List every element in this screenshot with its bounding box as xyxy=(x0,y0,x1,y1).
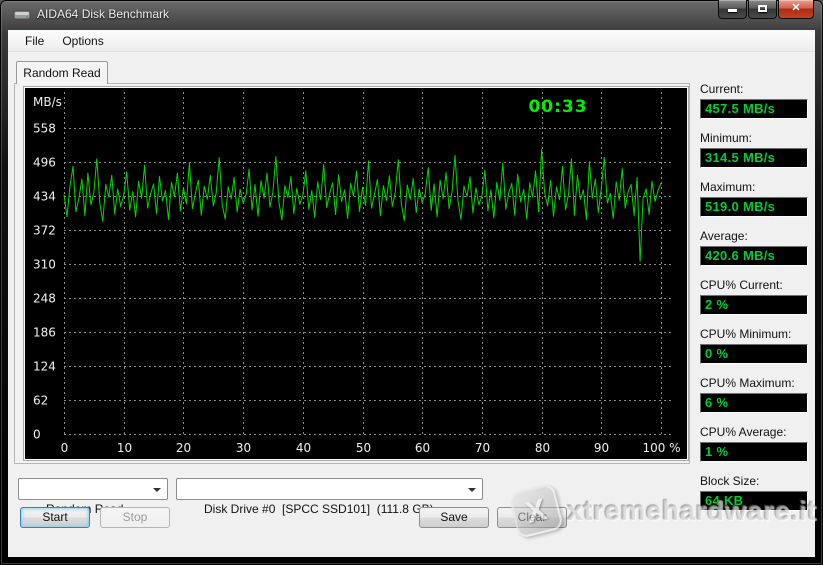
svg-text:0: 0 xyxy=(33,428,41,442)
close-button[interactable]: ✕ xyxy=(778,0,814,19)
benchmark-chart: 0 62 124 186 248 310 372 434 496 558 0 10 20 30 40 50 60… xyxy=(25,88,687,459)
svg-text:496: 496 xyxy=(33,156,56,170)
stat-label: CPU% Minimum: xyxy=(700,327,810,341)
window-title: AIDA64 Disk Benchmark xyxy=(37,7,169,21)
svg-text:90: 90 xyxy=(594,441,609,455)
close-icon: ✕ xyxy=(791,2,800,14)
stat-label: CPU% Maximum: xyxy=(700,376,810,390)
save-button[interactable]: Save xyxy=(419,507,489,528)
svg-text:100 %: 100 % xyxy=(642,441,680,455)
svg-text:40: 40 xyxy=(296,441,311,455)
stat-value: 314.5 MB/s xyxy=(700,148,808,168)
stat-label: Maximum: xyxy=(700,180,810,194)
minimize-button[interactable] xyxy=(718,0,747,19)
svg-text:372: 372 xyxy=(33,224,56,238)
minimize-icon xyxy=(728,9,737,12)
svg-text:124: 124 xyxy=(33,360,56,374)
maximize-icon xyxy=(758,5,767,12)
disk-icon xyxy=(13,8,31,21)
stop-button: Stop xyxy=(100,507,170,528)
stat-value: 6 % xyxy=(700,393,808,413)
svg-text:10: 10 xyxy=(117,441,132,455)
stat-label: Average: xyxy=(700,229,810,243)
svg-text:0: 0 xyxy=(61,441,69,455)
svg-text:70: 70 xyxy=(475,441,490,455)
menu-item-options[interactable]: Options xyxy=(53,31,112,51)
clear-button[interactable]: Clear xyxy=(497,507,567,528)
stat-value: 2 % xyxy=(700,295,808,315)
title-bar[interactable]: AIDA64 Disk Benchmark ✕ xyxy=(0,0,823,30)
maximize-button[interactable] xyxy=(748,0,777,19)
stat-value: 0 % xyxy=(700,344,808,364)
start-button[interactable]: Start xyxy=(20,507,90,528)
client-area: FileOptions Random Read 0 62 124 186 248 310 3… xyxy=(8,30,815,557)
svg-text:20: 20 xyxy=(176,441,191,455)
stat-value: 457.5 MB/s xyxy=(700,99,808,119)
svg-text:MB/s: MB/s xyxy=(33,95,62,109)
svg-text:310: 310 xyxy=(33,258,56,272)
stats-panel: Current: 457.5 MB/s Minimum: 314.5 MB/s Maxi… xyxy=(700,82,810,523)
test-type-select[interactable]: Random Read xyxy=(18,478,168,500)
chart-panel: 0 62 124 186 248 310 372 434 496 558 0 10 20 30 40 50 60… xyxy=(24,87,688,460)
stat-label: Block Size: xyxy=(700,474,810,488)
svg-text:434: 434 xyxy=(33,190,56,204)
stat-label: Minimum: xyxy=(700,131,810,145)
chevron-down-icon xyxy=(153,488,161,492)
svg-text:60: 60 xyxy=(415,441,430,455)
svg-text:248: 248 xyxy=(33,292,56,306)
menu-item-file[interactable]: File xyxy=(16,31,53,51)
svg-text:80: 80 xyxy=(535,441,550,455)
svg-text:30: 30 xyxy=(236,441,251,455)
svg-text:50: 50 xyxy=(356,441,371,455)
stat-value: 519.0 MB/s xyxy=(700,197,808,217)
drive-select[interactable]: Disk Drive #0 [SPCC SSD101] (111.8 GB) xyxy=(176,478,483,500)
stat-label: CPU% Current: xyxy=(700,278,810,292)
stat-value: 420.6 MB/s xyxy=(700,246,808,266)
app-window: AIDA64 Disk Benchmark ✕ FileOptions Rand… xyxy=(0,0,823,565)
svg-text:558: 558 xyxy=(33,122,56,136)
elapsed-time: 00:33 xyxy=(528,97,587,117)
svg-text:186: 186 xyxy=(33,326,56,340)
stat-label: Current: xyxy=(700,82,810,96)
stat-value: 64 KB xyxy=(700,491,808,511)
chevron-down-icon xyxy=(468,488,476,492)
menu-bar: FileOptions xyxy=(8,30,815,52)
stat-label: CPU% Average: xyxy=(700,425,810,439)
svg-text:62: 62 xyxy=(33,394,48,408)
tab-random-read[interactable]: Random Read xyxy=(16,61,108,84)
drive-value: Disk Drive #0 [SPCC SSD101] (111.8 GB) xyxy=(204,502,434,516)
stat-value: 1 % xyxy=(700,442,808,462)
